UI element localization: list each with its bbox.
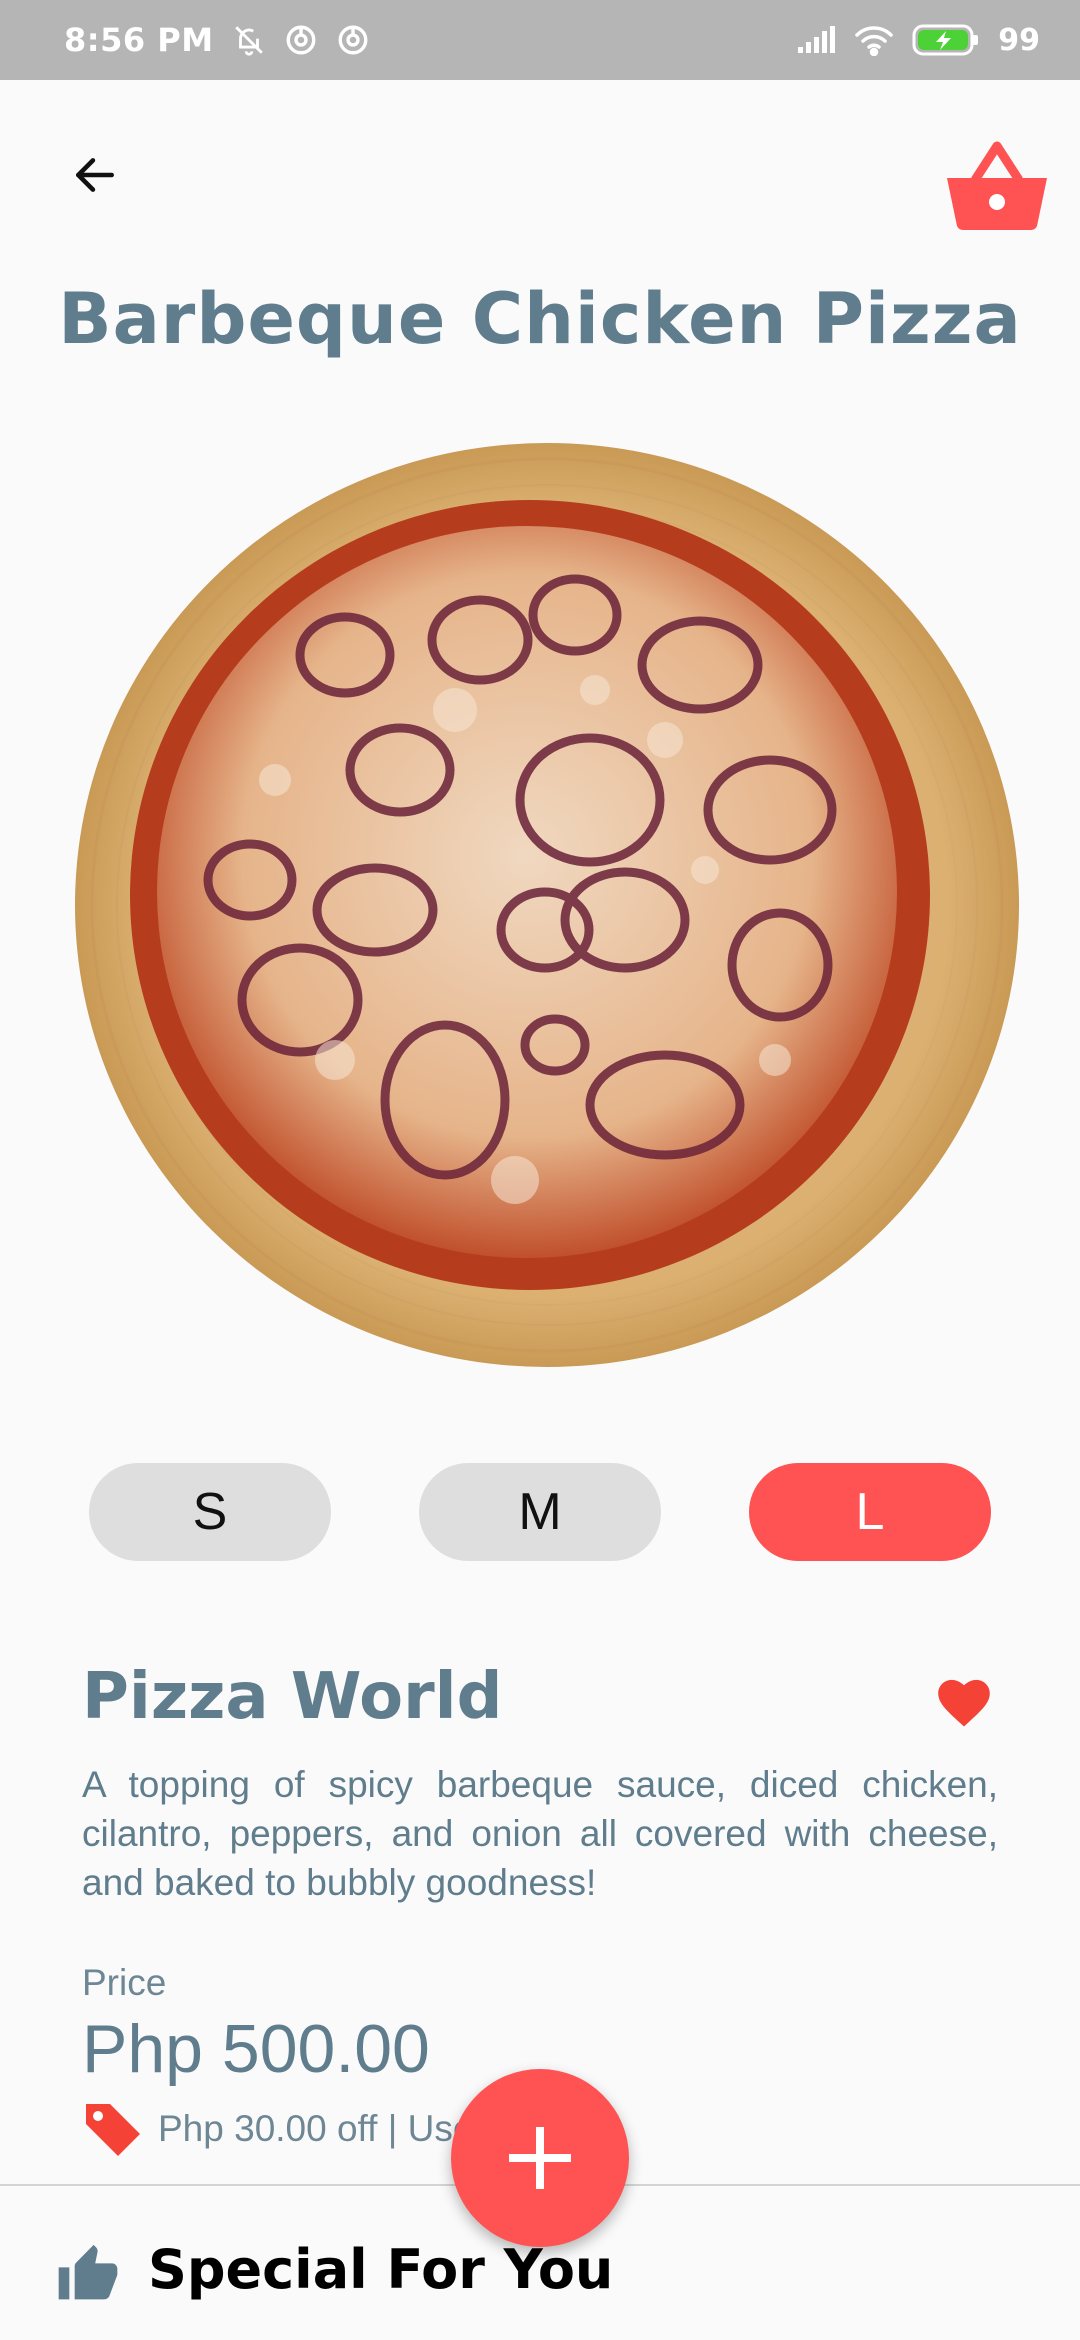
wifi-icon	[854, 24, 894, 56]
add-to-cart-button[interactable]	[451, 2069, 629, 2247]
back-button[interactable]	[60, 140, 130, 210]
heart-icon	[938, 1679, 990, 1727]
favorite-button[interactable]	[932, 1672, 996, 1732]
page-title: Barbeque Chicken Pizza	[58, 278, 1022, 360]
pizza-image	[75, 440, 1020, 1370]
basket-icon	[947, 141, 1047, 230]
status-right: 99	[796, 23, 1040, 58]
battery-charging-icon	[912, 23, 980, 57]
size-option-medium[interactable]: M	[419, 1463, 661, 1561]
plus-icon	[509, 2127, 571, 2189]
sync-icon	[336, 23, 370, 57]
thumbs-up-icon	[58, 2244, 118, 2299]
status-left: 8:56 PM	[64, 21, 370, 59]
restaurant-name: Pizza World	[82, 1660, 503, 1734]
section-title: Special For You	[148, 2238, 614, 2301]
signal-icon	[796, 25, 836, 55]
cart-button[interactable]	[942, 136, 1052, 236]
size-option-small[interactable]: S	[89, 1463, 331, 1561]
status-time: 8:56 PM	[64, 21, 214, 59]
product-description: A topping of spicy barbeque sauce, diced…	[82, 1764, 998, 1903]
tag-icon	[86, 2104, 140, 2156]
arrow-left-icon	[76, 158, 114, 192]
price-value: Php 500.00	[82, 2011, 430, 2087]
mute-icon	[232, 23, 266, 57]
sync-icon	[284, 23, 318, 57]
price-label: Price	[82, 1962, 167, 2003]
size-option-large[interactable]: L	[749, 1463, 991, 1561]
special-for-you-header: Special For You	[56, 2238, 613, 2301]
status-bar: 8:56 PM 99	[0, 0, 1080, 80]
battery-percent: 99	[998, 22, 1040, 58]
